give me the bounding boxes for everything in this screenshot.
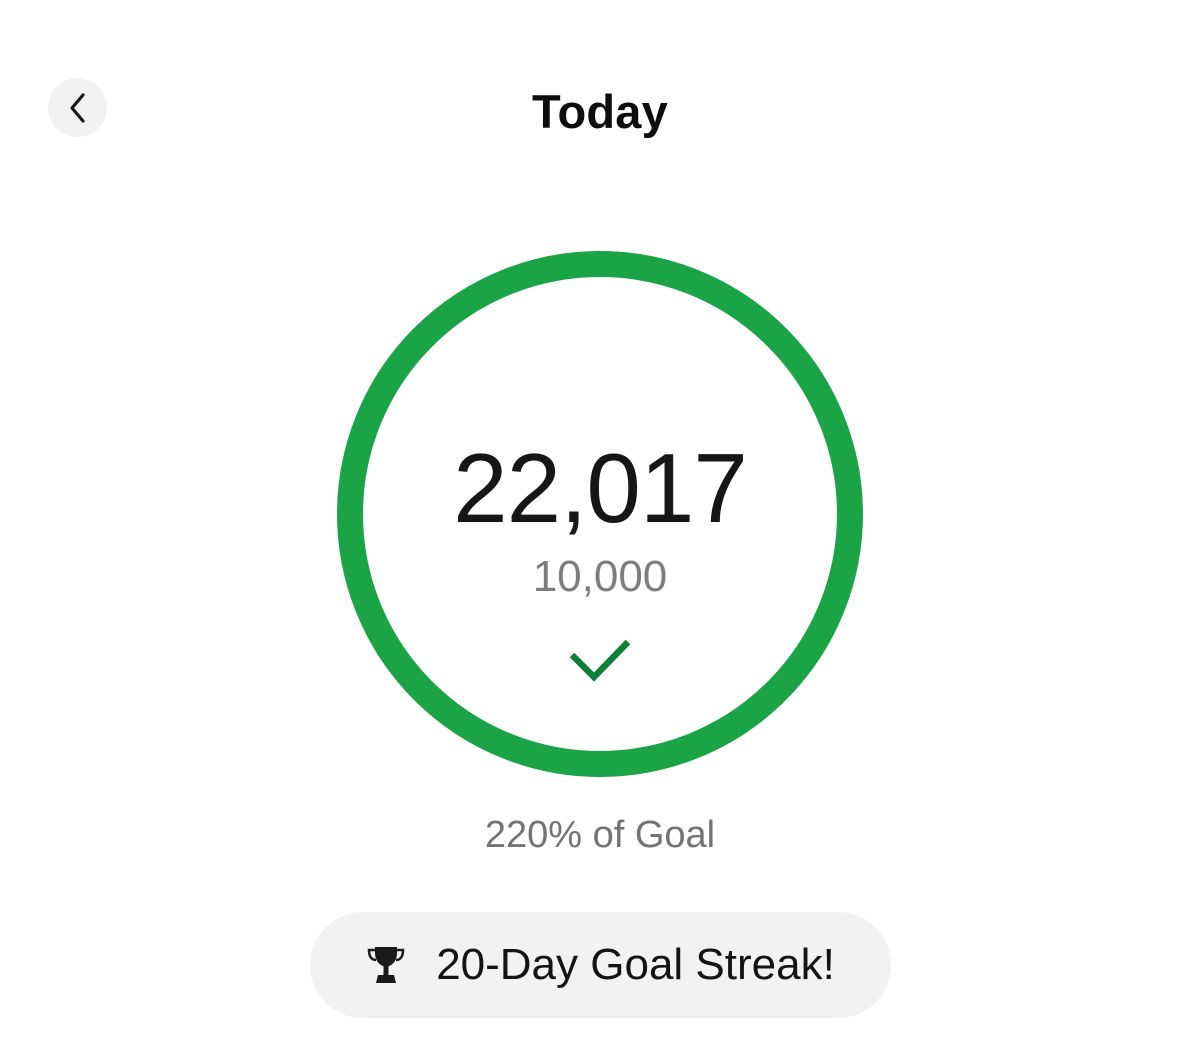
goal-streak-badge[interactable]: 20-Day Goal Streak! [310,912,891,1018]
goal-percent-label: 220% of Goal [484,814,716,856]
trophy-icon [367,947,405,983]
goal-streak-label: 20-Day Goal Streak! [436,940,835,989]
checkmark-icon [569,639,631,682]
step-count: 22,017 [453,433,748,543]
header: Today [0,0,1200,215]
step-goal: 10,000 [532,552,668,601]
page-title: Today [532,85,668,138]
